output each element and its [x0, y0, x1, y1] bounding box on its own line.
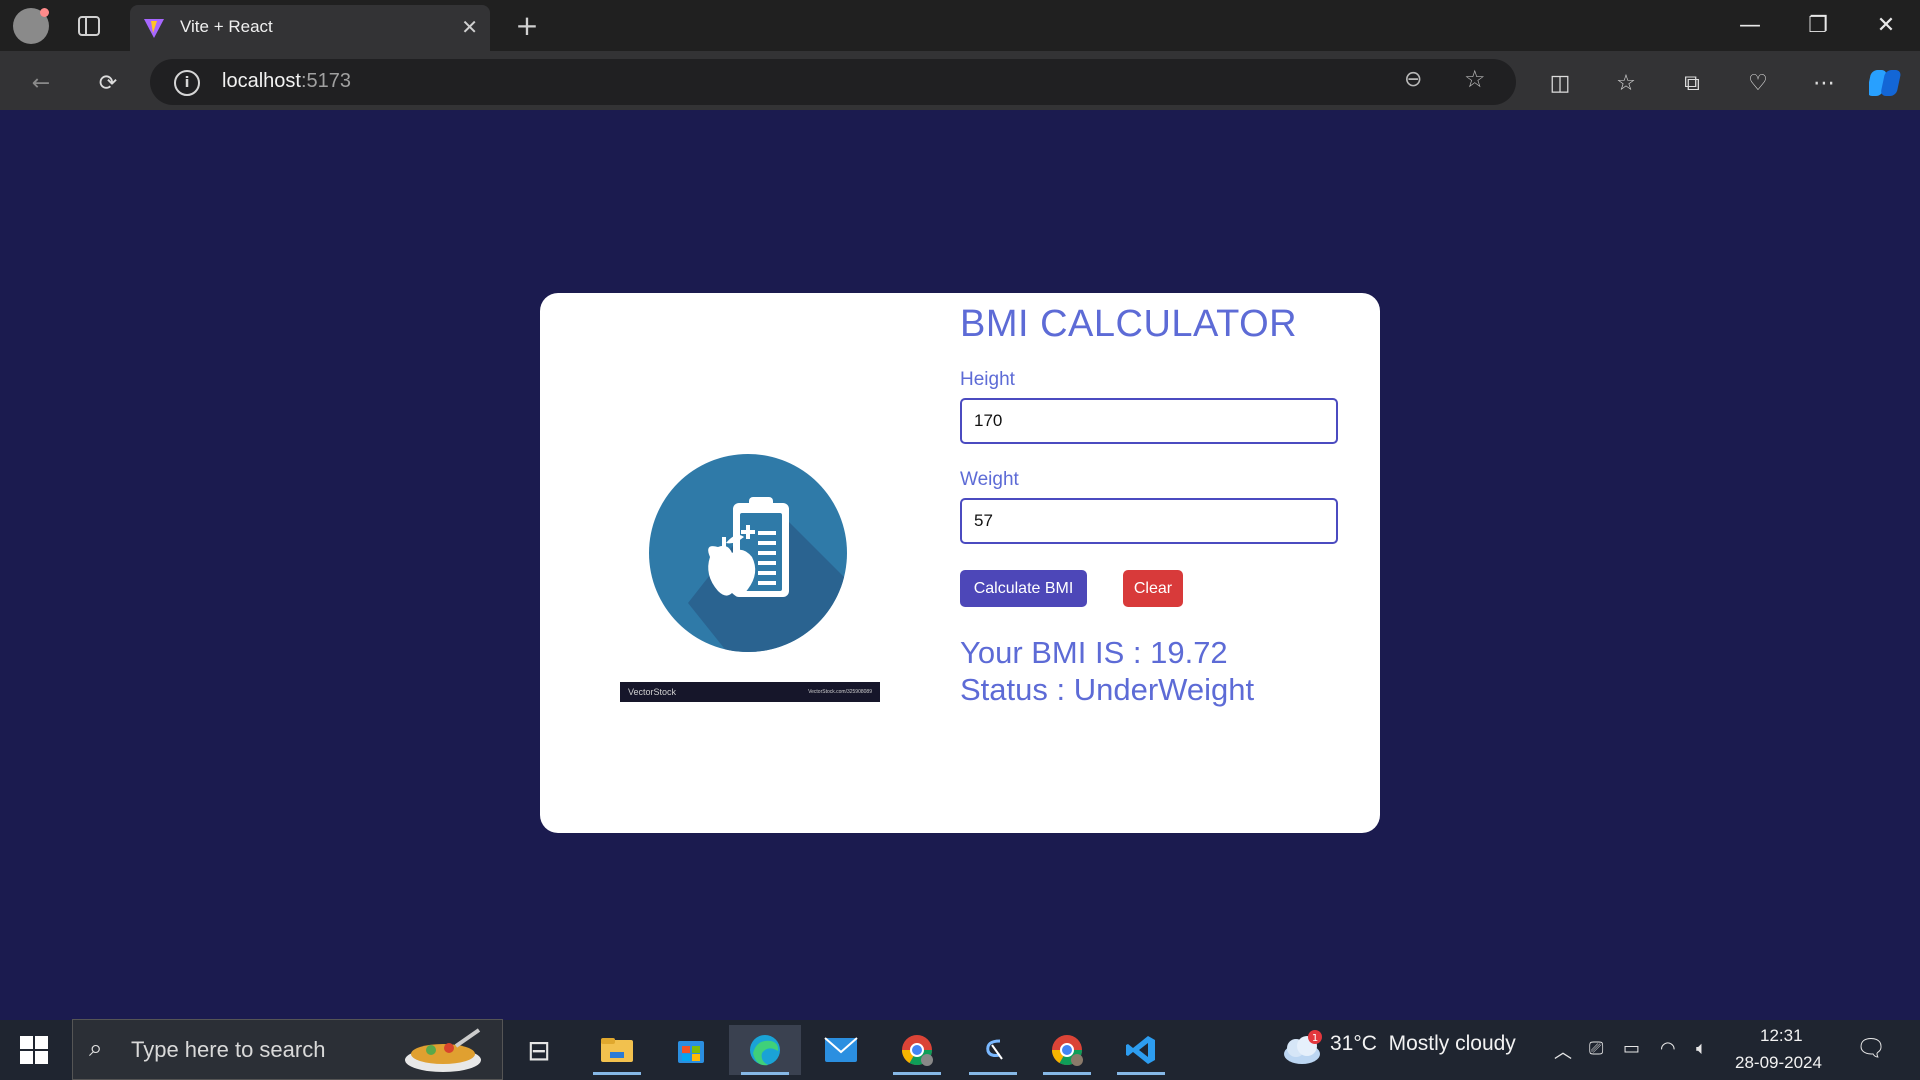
chrome-profile-v-icon[interactable] — [881, 1025, 953, 1075]
minimize-button[interactable]: — — [1716, 0, 1784, 51]
volume-icon[interactable]: 🔈︎ — [1696, 1038, 1707, 1059]
windows-start-icon[interactable] — [20, 1036, 48, 1068]
microsoft-store-icon[interactable] — [655, 1025, 727, 1075]
favorites-icon[interactable]: ☆ — [1606, 63, 1646, 103]
clear-button[interactable]: Clear — [1123, 570, 1183, 607]
site-info-icon[interactable]: i — [174, 70, 200, 96]
url-text[interactable]: localhost:5173 — [222, 70, 351, 93]
search-icon: ⌕ — [89, 1034, 103, 1062]
new-tab-button[interactable]: + — [508, 6, 546, 44]
weight-input[interactable] — [960, 498, 1338, 544]
battery-icon[interactable]: ▭ — [1623, 1038, 1640, 1059]
collections-icon[interactable]: ⧉ — [1672, 63, 1712, 103]
bmi-status: Status : UnderWeight — [960, 672, 1255, 707]
height-label: Height — [960, 369, 1015, 390]
close-tab-icon[interactable]: ✕ — [461, 15, 478, 39]
clock-time[interactable]: 12:31 — [1760, 1026, 1803, 1046]
task-view-icon[interactable]: ⊟ — [503, 1025, 575, 1075]
show-hidden-icons-icon[interactable]: ︿ — [1554, 1038, 1572, 1064]
copilot-icon[interactable] — [1866, 63, 1906, 103]
health-clipboard-illustration — [648, 453, 848, 653]
zoom-out-icon[interactable]: ⊖ — [1404, 67, 1422, 92]
vite-logo-icon — [142, 16, 166, 40]
favorite-star-icon[interactable]: ☆ — [1464, 65, 1486, 93]
svg-text:1: 1 — [1312, 1033, 1318, 1044]
more-menu-icon[interactable]: ⋯ — [1804, 63, 1844, 103]
notifications-icon[interactable]: 🗨︎ — [1856, 1034, 1886, 1062]
browser-tab-strip: Vite + React ✕ + — ❐ ✕ — [0, 0, 1920, 51]
edge-browser-icon[interactable] — [729, 1025, 801, 1075]
vscode-icon[interactable] — [1105, 1025, 1177, 1075]
bmi-result: Your BMI IS : 19.72 — [960, 635, 1228, 670]
weight-label: Weight — [960, 469, 1019, 490]
profile-avatar[interactable] — [13, 8, 49, 44]
weather-text[interactable]: 31°C Mostly cloudy — [1330, 1032, 1516, 1056]
app-title: BMI CALCULATOR — [960, 303, 1298, 345]
sketch-app-icon[interactable] — [957, 1025, 1029, 1075]
browser-tab[interactable]: Vite + React ✕ — [130, 5, 490, 51]
weather-cloud-icon[interactable]: 1 — [1280, 1030, 1324, 1070]
address-bar[interactable]: i localhost:5173 ⊖ ☆ — [150, 59, 1516, 105]
taskbar-search-box[interactable]: ⌕ Type here to search — [72, 1019, 503, 1080]
split-screen-icon[interactable]: ◫ — [1540, 63, 1580, 103]
tab-title: Vite + React — [180, 17, 273, 36]
refresh-icon[interactable]: ⟳ — [88, 63, 128, 103]
clock-date[interactable]: 28-09-2024 — [1735, 1053, 1822, 1073]
search-highlight-food-icon — [401, 1026, 485, 1074]
browser-essentials-icon[interactable]: ♡ — [1738, 63, 1778, 103]
vectorstock-watermark: VectorStock VectorStock.com/325908089 — [620, 682, 880, 702]
meet-now-icon[interactable]: ⎚ — [1589, 1038, 1603, 1059]
wifi-icon[interactable]: ◠ — [1660, 1038, 1676, 1059]
mail-icon[interactable] — [805, 1025, 877, 1075]
file-explorer-icon[interactable] — [581, 1025, 653, 1075]
restore-button[interactable]: ❐ — [1784, 0, 1852, 51]
workspaces-icon[interactable] — [74, 12, 104, 40]
close-window-button[interactable]: ✕ — [1852, 0, 1920, 51]
calculate-bmi-button[interactable]: Calculate BMI — [960, 570, 1087, 607]
height-input[interactable] — [960, 398, 1338, 444]
back-icon[interactable]: ← — [21, 63, 61, 103]
search-placeholder: Type here to search — [131, 1037, 326, 1062]
chrome-profile-photo-icon[interactable] — [1031, 1025, 1103, 1075]
bmi-card: VectorStock VectorStock.com/325908089 BMI… — [540, 293, 1380, 833]
